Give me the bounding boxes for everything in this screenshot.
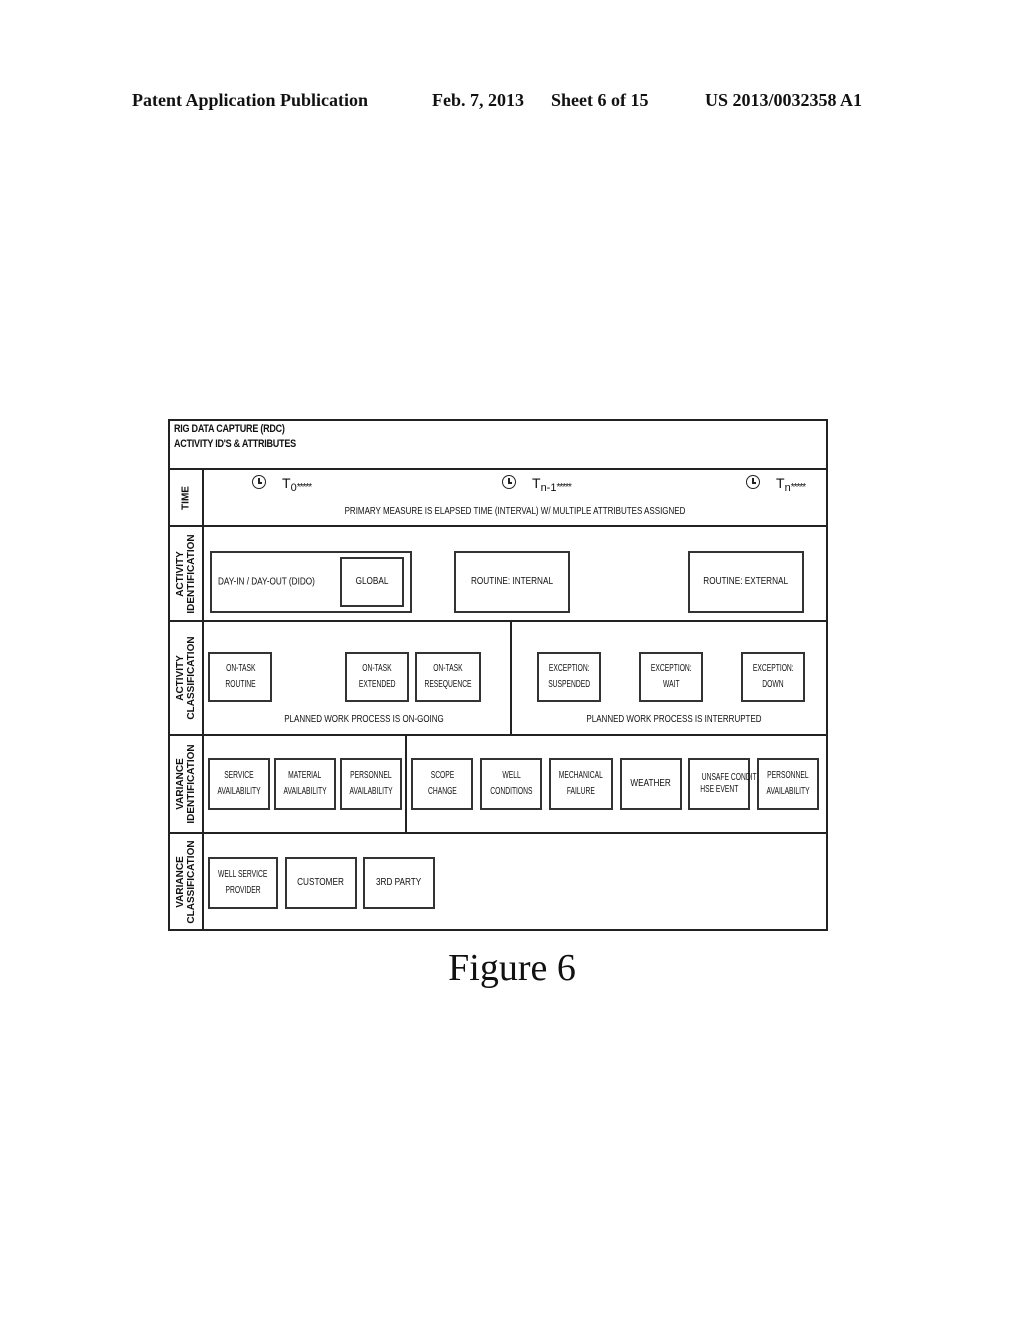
personnel-availability-box-2: PERSONNEL AVAILABILITY [757, 758, 819, 810]
exception-wait-box: EXCEPTION: WAIT [639, 652, 703, 702]
mechanical-failure-box: MECHANICAL FAILURE [549, 758, 613, 810]
time-row-label: TIME [170, 470, 204, 525]
third-party-box: 3RD PARTY [363, 857, 435, 909]
time-marker-t0: T0***** [282, 475, 312, 494]
variance-classification-label: VARIANCE CLASSIFICATION [170, 834, 204, 929]
scope-change-box: SCOPE CHANGE [411, 758, 473, 810]
clock-icon [502, 475, 516, 489]
service-availability-box: SERVICE AVAILABILITY [208, 758, 270, 810]
dido-box: DAY-IN / DAY-OUT (DIDO) GLOBAL [210, 551, 412, 613]
time-marker-tn: Tn***** [776, 475, 806, 494]
publication-date: Feb. 7, 2013 [432, 90, 524, 110]
time-label: TIME [180, 485, 192, 510]
material-availability-box: MATERIAL AVAILABILITY [274, 758, 336, 810]
routine-internal-box: ROUTINE: INTERNAL [454, 551, 570, 613]
publication-header: Patent Application Publication Feb. 7, 2… [0, 90, 1024, 114]
routine-external-box: ROUTINE: EXTERNAL [688, 551, 804, 613]
sheet-number: Sheet 6 of 15 [551, 90, 649, 110]
diagram-subtitle: ACTIVITY ID'S & ATTRIBUTES [174, 438, 296, 450]
on-task-extended-box: ON-TASK EXTENDED [345, 652, 409, 702]
dido-label: DAY-IN / DAY-OUT (DIDO) [218, 576, 315, 588]
figure-caption: Figure 6 [448, 947, 576, 989]
on-task-resequence-box: ON-TASK RESEQUENCE [415, 652, 481, 702]
well-service-provider-box: WELL SERVICE PROVIDER [208, 857, 278, 909]
time-row-body: T0***** Tn-1***** Tn***** PRIMARY MEASUR… [204, 470, 826, 525]
activity-classification-row: ACTIVITY CLASSIFICATION ON-TASK ROUTINE ON… [170, 622, 826, 736]
patent-number: US 2013/0032358 A1 [705, 90, 863, 110]
section-divider [510, 622, 512, 734]
weather-box: WEATHER [620, 758, 682, 810]
activity-classification-label: ACTIVITY CLASSIFICATION [170, 622, 204, 734]
on-task-routine-box: ON-TASK ROUTINE [208, 652, 272, 702]
exception-suspended-box: EXCEPTION: SUSPENDED [537, 652, 601, 702]
publication-title: Patent Application Publication [132, 90, 369, 110]
clock-icon [252, 475, 266, 489]
variance-identification-row: VARIANCE IDENTIFICATION SERVICE AVAILABILI… [170, 736, 826, 834]
variance-classification-row: VARIANCE CLASSIFICATION WELL SERVICE PROVI… [170, 834, 826, 929]
well-conditions-box: WELL CONDITIONS [480, 758, 542, 810]
time-marker-tn-1: Tn-1***** [532, 475, 572, 494]
time-row: TIME T0***** Tn-1***** Tn***** PRIMARY M… [170, 470, 826, 527]
rdc-diagram: RIG DATA CAPTURE (RDC) ACTIVITY ID'S & A… [168, 419, 828, 931]
customer-box: CUSTOMER [285, 857, 357, 909]
variance-identification-label: VARIANCE IDENTIFICATION [170, 736, 204, 832]
diagram-title-block: RIG DATA CAPTURE (RDC) ACTIVITY ID'S & A… [170, 421, 826, 470]
activity-identification-row: ACTIVITY IDENTIFICATION DAY-IN / DAY-OUT … [170, 527, 826, 622]
section-divider [405, 736, 407, 832]
exception-down-box: EXCEPTION: DOWN [741, 652, 805, 702]
unsafe-condition-box: UNSAFE CONDITION HSE EVENT [688, 758, 769, 810]
clock-icon [746, 475, 760, 489]
activity-identification-label: ACTIVITY IDENTIFICATION [170, 527, 204, 620]
personnel-availability-box: PERSONNEL AVAILABILITY [340, 758, 402, 810]
global-box: GLOBAL [340, 557, 404, 607]
ongoing-caption: PLANNED WORK PROCESS IS ON-GOING [284, 714, 444, 725]
diagram-title: RIG DATA CAPTURE (RDC) [174, 423, 285, 435]
time-caption: PRIMARY MEASURE IS ELAPSED TIME (INTERVA… [344, 506, 686, 517]
interrupted-caption: PLANNED WORK PROCESS IS INTERRUPTED [586, 714, 762, 725]
